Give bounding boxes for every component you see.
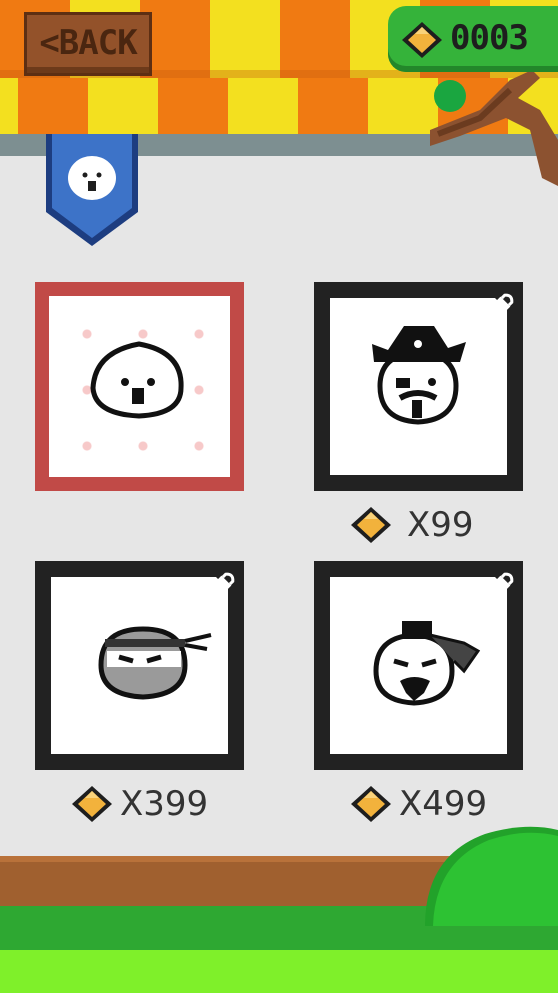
character-card-plain[interactable]: [35, 282, 244, 491]
coin-count: 0003: [450, 18, 529, 58]
coin-icon: [351, 786, 391, 822]
price-pirate: X99: [349, 503, 474, 547]
ground-grass-light: [0, 950, 558, 993]
current-character-ribbon: [46, 134, 138, 246]
tree-branch-icon: [430, 70, 558, 186]
back-button-label: <BACK: [39, 23, 137, 63]
character-card-ninja[interactable]: [35, 561, 244, 770]
plain-character-icon: [90, 341, 184, 419]
price-label: X499: [399, 784, 488, 824]
back-button[interactable]: <BACK: [27, 15, 149, 73]
price-samurai: X499: [349, 782, 487, 826]
bush-icon: [425, 826, 558, 926]
coin-icon: [402, 22, 442, 58]
coin-icon: [72, 786, 112, 822]
character-card-samurai[interactable]: [314, 561, 523, 770]
ninja-character-icon: [98, 626, 212, 700]
price-label: X99: [407, 505, 474, 545]
pirate-character-icon: [372, 326, 466, 425]
coin-counter: 0003: [388, 6, 558, 72]
price-ninja: X399: [70, 782, 208, 826]
character-card-pirate[interactable]: [314, 282, 523, 491]
coin-icon: [351, 507, 391, 543]
samurai-character-icon: [373, 621, 481, 706]
price-label: X399: [120, 784, 209, 824]
